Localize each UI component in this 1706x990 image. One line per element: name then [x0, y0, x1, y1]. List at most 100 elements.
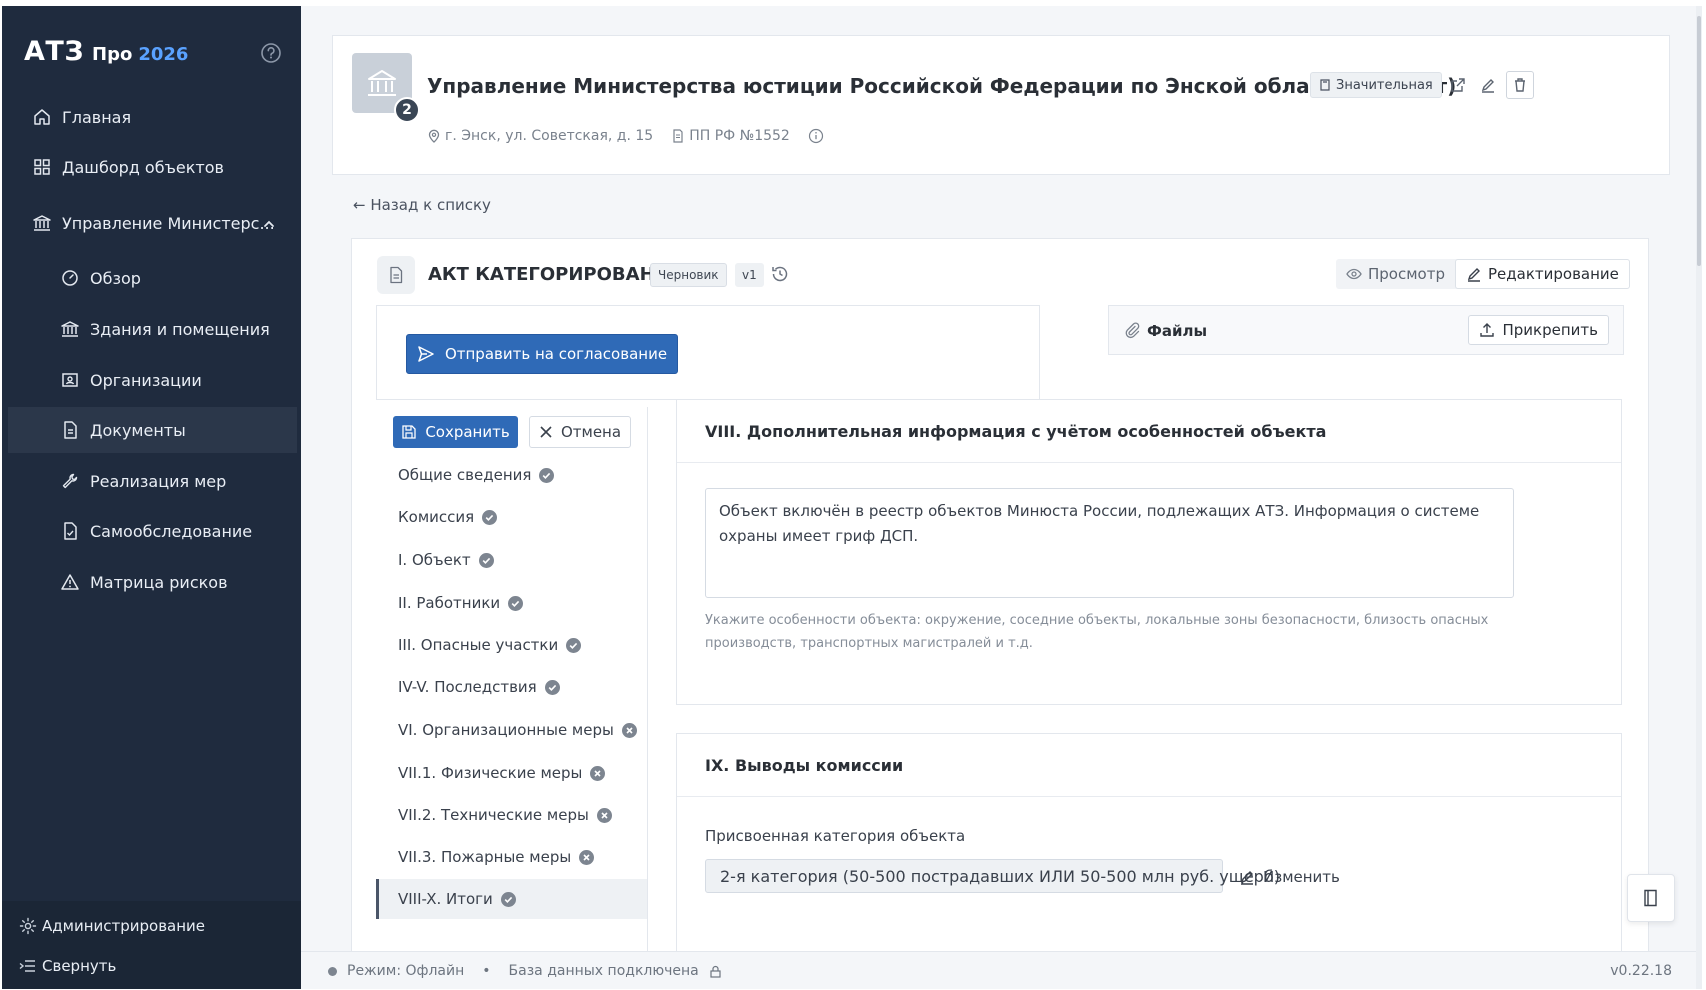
app-window: АТЗ Про 2026 Главная Дашборд объектов Уп… [2, 6, 1702, 989]
sidebar-item-measures[interactable]: Реализация мер [8, 458, 297, 504]
object-header: 2 Управление Министерства юстиции Россий… [332, 35, 1670, 175]
check-circle-icon [566, 637, 582, 653]
back-to-list-link[interactable]: ← Назад к списку [353, 196, 491, 214]
info-icon[interactable] [808, 128, 824, 144]
section-item[interactable]: VII.2. Технические меры [376, 795, 647, 835]
send-for-approval-button[interactable]: Отправить на согласование [406, 334, 678, 374]
regulation: ПП РФ №1552 [671, 128, 790, 144]
section-item[interactable]: III. Опасные участки [376, 625, 647, 665]
sidebar-item-overview[interactable]: Обзор [8, 255, 297, 301]
section-item[interactable]: Общие сведения [376, 455, 647, 495]
x-circle-icon [590, 765, 606, 781]
close-icon [540, 426, 552, 438]
attach-label: Прикрепить [1502, 321, 1599, 339]
cancel-button[interactable]: Отмена [529, 416, 631, 448]
save-button[interactable]: Сохранить [393, 416, 518, 448]
section-item[interactable]: IV-V. Последствия [376, 667, 647, 707]
main-scrollbar[interactable] [1696, 6, 1702, 989]
collapse-sidebar-button[interactable]: Свернуть [8, 946, 297, 986]
scrollbar-thumb[interactable] [1697, 16, 1701, 266]
x-circle-icon [579, 849, 595, 865]
additional-info-textarea[interactable]: Объект включён в реестр объектов Минюста… [705, 488, 1514, 598]
object-meta: г. Энск, ул. Советская, д. 15 ПП РФ №155… [427, 128, 842, 144]
mode-switch: Просмотр Редактирование [1336, 259, 1630, 289]
sidebar-item-home[interactable]: Главная [8, 94, 297, 140]
sidebar-item-label: Документы [90, 421, 186, 440]
status-left: Режим: Офлайн • База данных подключена [328, 963, 722, 979]
brand-edition: Про [92, 44, 133, 65]
sidebar: АТЗ Про 2026 Главная Дашборд объектов Уп… [2, 6, 301, 989]
divider [677, 462, 1621, 463]
external-link-icon [1451, 78, 1465, 92]
section-item-active[interactable]: VIII-X. Итоги [376, 879, 647, 919]
status-dot [328, 966, 337, 976]
object-count-badge: 2 [394, 97, 420, 123]
sidebar-item-label: Администрирование [42, 917, 206, 935]
sidebar-item-organizations[interactable]: Организации [8, 357, 297, 403]
bank-icon [32, 213, 52, 233]
section-item[interactable]: Комиссия [376, 497, 647, 537]
sidebar-item-label: Реализация мер [90, 472, 227, 491]
change-category-button[interactable]: Изменить [1239, 863, 1340, 891]
pencil-icon [1240, 871, 1253, 885]
section-item[interactable]: VII.1. Физические меры [376, 753, 647, 793]
section-item[interactable]: VI. Организационные меры [376, 710, 647, 750]
section-item[interactable]: VII.3. Пожарные меры [376, 837, 647, 877]
sidebar-item-admin[interactable]: Администрирование [8, 906, 297, 946]
divider [677, 796, 1621, 797]
brand-logo[interactable]: АТЗ Про 2026 [24, 36, 188, 67]
document-icon [60, 420, 80, 440]
help-icon[interactable] [260, 42, 282, 64]
category-field[interactable]: 2-я категория (50-500 пострадавших ИЛИ 5… [705, 859, 1280, 893]
sidebar-item-self-audit[interactable]: Самообследование [8, 508, 297, 554]
object-title: Управление Министерства юстиции Российск… [427, 74, 1457, 98]
section-viii-block: VIII. Дополнительная информация с учётом… [676, 399, 1622, 705]
x-circle-icon [621, 722, 637, 738]
document-icon [377, 256, 415, 294]
check-circle-icon [478, 552, 494, 568]
status-badge: Черновик [650, 263, 727, 287]
gauge-icon [60, 268, 80, 288]
open-external-button[interactable] [1444, 71, 1472, 99]
section-label: III. Опасные участки [398, 636, 559, 654]
edit-object-button[interactable] [1474, 71, 1502, 99]
sidebar-item-dashboard[interactable]: Дашборд объектов [8, 144, 297, 190]
address-text: г. Энск, ул. Советская, д. 15 [445, 128, 654, 144]
change-label: Изменить [1263, 868, 1340, 886]
section-item[interactable]: I. Объект [376, 540, 647, 580]
sections-nav: Общие сведения Комиссия I. Объект II. Ра… [376, 407, 648, 989]
collapse-icon [18, 956, 38, 976]
send-label: Отправить на согласование [444, 345, 668, 363]
files-panel: Файлы Прикрепить [1108, 305, 1624, 355]
section-item[interactable]: II. Работники [376, 583, 647, 623]
view-mode-button[interactable]: Просмотр [1336, 259, 1455, 289]
grid-icon [32, 157, 52, 177]
section-label: VI. Организационные меры [398, 721, 614, 739]
sidebar-item-buildings[interactable]: Здания и помещения [8, 306, 297, 352]
view-mode-label: Просмотр [1368, 265, 1445, 283]
delete-object-button[interactable] [1506, 71, 1534, 99]
collapse-label: Свернуть [42, 957, 117, 975]
eye-icon [1346, 268, 1362, 280]
sidebar-item-risk-matrix[interactable]: Матрица рисков [8, 559, 297, 605]
warning-icon [60, 572, 80, 592]
chevron-up-icon[interactable] [262, 216, 276, 230]
section-label: VII.1. Физические меры [398, 764, 583, 782]
floating-notes-button[interactable] [1627, 874, 1675, 922]
significance-label: Значительная [1336, 77, 1433, 93]
files-title: Файлы [1147, 322, 1208, 340]
attach-file-button[interactable]: Прикрепить [1467, 315, 1609, 345]
map-pin-icon [428, 129, 440, 143]
upload-icon [1479, 323, 1494, 337]
sidebar-item-documents[interactable]: Документы [8, 407, 297, 453]
send-icon [418, 346, 434, 362]
act-card: АКТ КАТЕГОРИРОВАНИЯ Черновик v1 Просмотр… [351, 238, 1649, 989]
check-circle-icon [482, 509, 498, 525]
cancel-label: Отмена [560, 423, 622, 441]
document-icon [673, 129, 683, 143]
sidebar-item-label: Дашборд объектов [62, 158, 224, 177]
sidebar-item-object[interactable]: Управление Министерс... [8, 200, 297, 246]
edit-mode-button[interactable]: Редактирование [1454, 259, 1630, 289]
history-icon[interactable] [770, 264, 790, 284]
paperclip-icon [1123, 321, 1141, 339]
